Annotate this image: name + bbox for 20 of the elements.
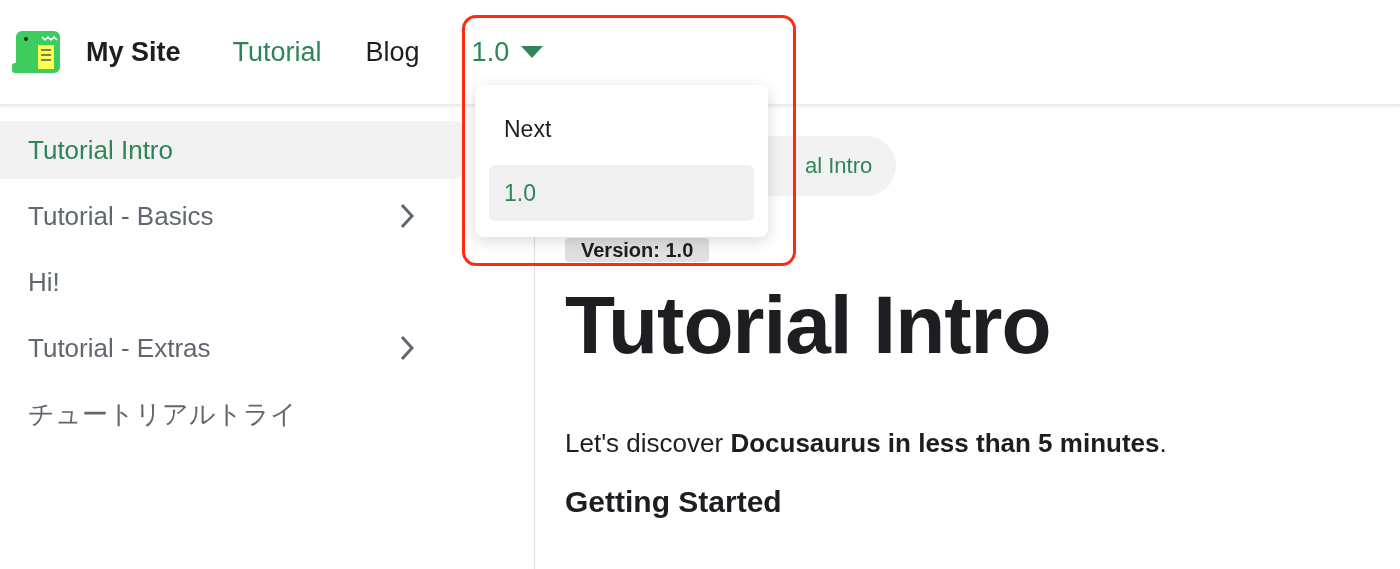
sidebar-item-label: Tutorial - Extras	[28, 332, 211, 364]
sidebar-item[interactable]: Tutorial Intro	[0, 121, 464, 179]
sidebar-item-label: Tutorial - Basics	[28, 200, 214, 232]
sidebar-item[interactable]: Hi!	[0, 253, 464, 311]
sidebar-item-label: チュートリアルトライ	[28, 397, 297, 431]
dropdown-item[interactable]: Next	[489, 101, 754, 157]
version-badge: Version: 1.0	[565, 238, 710, 262]
dropdown-item[interactable]: 1.0	[489, 165, 754, 221]
nav-link[interactable]: Blog	[365, 36, 420, 68]
sidebar-item-label: Tutorial Intro	[28, 134, 173, 166]
sidebar-item[interactable]: チュートリアルトライ	[0, 385, 464, 443]
nav-link[interactable]: Tutorial	[232, 36, 322, 68]
sidebar-item-label: Hi!	[28, 266, 60, 298]
sidebar-item[interactable]: Tutorial - Extras	[0, 319, 464, 377]
page-title: Tutorial Intro	[565, 280, 1051, 371]
section-heading: Getting Started	[565, 485, 782, 520]
sidebar-item[interactable]: Tutorial - Basics	[0, 187, 464, 245]
intro-text: Let's discover Docusaurus in less than 5 minutes.	[565, 428, 1167, 460]
site-title[interactable]: My Site	[86, 36, 181, 68]
version-dropdown[interactable]: 1.0	[471, 36, 544, 68]
